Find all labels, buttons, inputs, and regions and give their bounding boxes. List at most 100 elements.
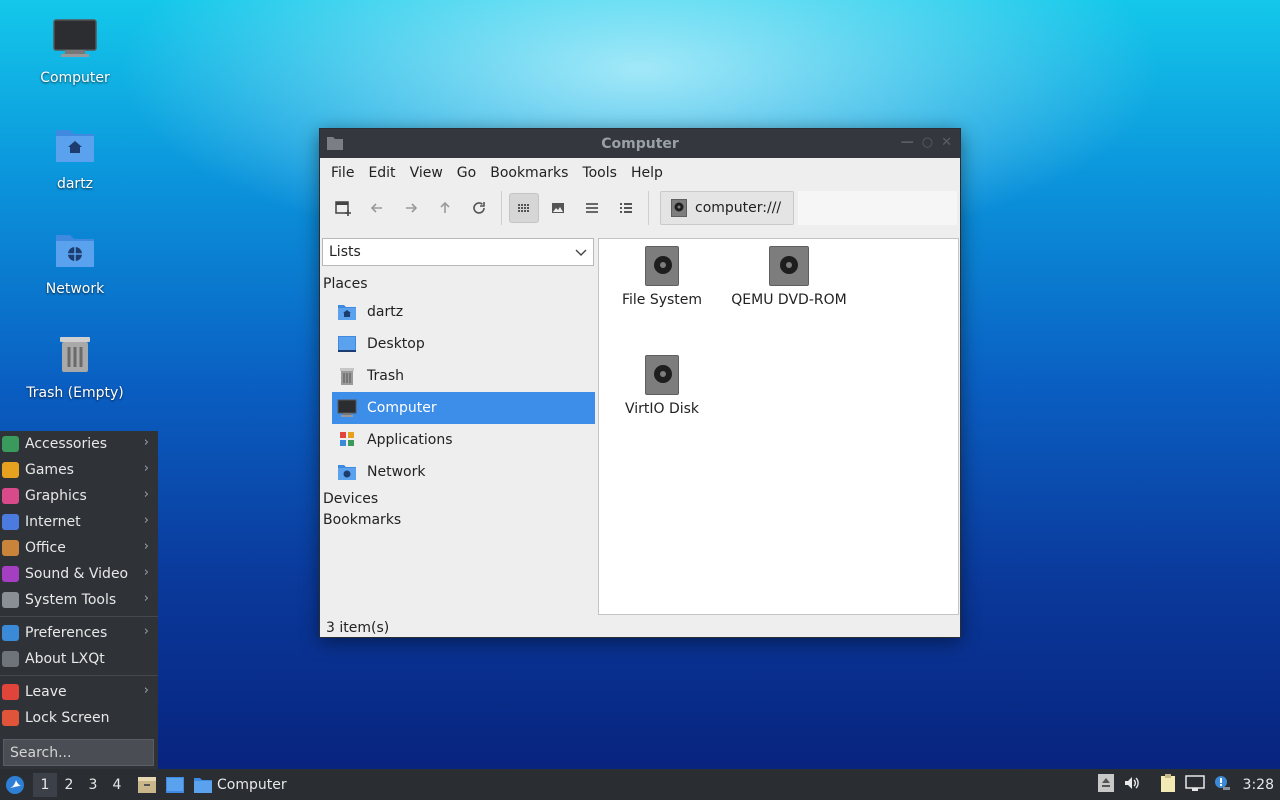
address-bar[interactable]: computer:/// [660, 191, 794, 225]
menu-edit[interactable]: Edit [361, 165, 402, 181]
notification-button[interactable] [1213, 774, 1231, 796]
place-item-trash[interactable]: Trash [332, 360, 595, 392]
desktop-icon-trash[interactable]: Trash (Empty) [10, 331, 140, 401]
menu-go[interactable]: Go [450, 165, 483, 181]
drive-icon [671, 199, 687, 217]
list-icon [586, 203, 598, 213]
menu-item-lock-screen[interactable]: Lock Screen [0, 705, 158, 731]
maximize-icon[interactable]: ○ [922, 135, 933, 150]
monitor-icon [337, 399, 357, 417]
menu-item-sound-video[interactable]: Sound & Video › [0, 561, 158, 587]
desktop-switch-2[interactable]: 2 [57, 773, 81, 797]
menu-item-preferences[interactable]: Preferences › [0, 620, 158, 646]
games-icon [2, 462, 19, 478]
window-title: Computer [601, 135, 679, 152]
menu-item-label: Sound & Video [25, 566, 129, 582]
file-view[interactable]: File System QEMU DVD-ROM VirtIO Disk [598, 238, 959, 615]
desktop-switch-4[interactable]: 4 [105, 773, 129, 797]
menu-item-about-lxqt[interactable]: About LXQt [0, 646, 158, 672]
places-header[interactable]: Places [321, 276, 596, 292]
window-titlebar[interactable]: Computer — ○ ✕ [320, 129, 960, 158]
menu-item-leave[interactable]: Leave › [0, 679, 158, 705]
system-tools-icon [2, 592, 19, 608]
menu-file[interactable]: File [324, 165, 361, 181]
network-button[interactable] [1184, 774, 1205, 796]
drive-icon [645, 355, 679, 395]
icon-view-button[interactable] [509, 193, 539, 223]
file-item-virtio-disk[interactable]: VirtIO Disk [597, 355, 727, 417]
place-item-dartz[interactable]: dartz [332, 296, 595, 328]
compact-view-button[interactable] [577, 193, 607, 223]
minimize-icon[interactable]: — [901, 135, 914, 150]
forward-button[interactable] [396, 193, 426, 223]
desktop-icon-computer[interactable]: Computer [10, 16, 140, 86]
desktop-icon-home[interactable]: dartz [10, 122, 140, 192]
clock[interactable]: 3:28 [1243, 777, 1274, 793]
chevron-right-icon: › [143, 435, 149, 450]
menu-tools[interactable]: Tools [575, 165, 624, 181]
file-item-label: File System [621, 292, 703, 308]
optical-drive-icon [769, 246, 809, 286]
menu-item-label: Leave [25, 684, 67, 700]
menu-view[interactable]: View [403, 165, 450, 181]
quicklaunch-file-manager[interactable] [135, 773, 159, 797]
chevron-right-icon: › [143, 487, 149, 502]
bookmarks-header[interactable]: Bookmarks [321, 512, 596, 528]
new-tab-button[interactable] [328, 193, 358, 223]
side-pane-mode-select[interactable]: Lists [322, 238, 594, 266]
eject-button[interactable] [1097, 773, 1115, 797]
side-pane-mode-value: Lists [329, 244, 361, 260]
lxqt-logo-icon [6, 775, 24, 794]
place-item-desktop[interactable]: Desktop [332, 328, 595, 360]
chevron-down-icon [575, 249, 587, 256]
arrow-right-icon [406, 203, 418, 213]
menu-item-internet[interactable]: Internet › [0, 509, 158, 535]
detail-view-button[interactable] [611, 193, 641, 223]
file-cabinet-icon [138, 776, 156, 793]
desktop-switch-1[interactable]: 1 [33, 772, 57, 797]
office-icon [2, 540, 19, 556]
task-button-computer[interactable]: Computer [193, 769, 287, 800]
back-button[interactable] [362, 193, 392, 223]
place-item-network[interactable]: Network [332, 456, 595, 488]
folder-icon [327, 136, 343, 150]
menu-item-graphics[interactable]: Graphics › [0, 483, 158, 509]
menu-item-games[interactable]: Games › [0, 457, 158, 483]
reload-button[interactable] [464, 193, 494, 223]
accessories-icon [2, 436, 19, 452]
address-text: computer:/// [695, 200, 782, 216]
file-item-file-system[interactable]: File System [597, 246, 727, 308]
new-tab-icon [335, 201, 351, 216]
desktop-icon [166, 776, 184, 793]
menu-item-label: System Tools [25, 592, 117, 608]
menu-search-input[interactable]: Search... [3, 739, 154, 766]
network-folder-icon [337, 463, 357, 481]
desktop-icon-network[interactable]: Network [10, 227, 140, 297]
file-manager-window: Computer — ○ ✕ File Edit View Go Bookmar… [319, 128, 961, 638]
menu-bookmarks[interactable]: Bookmarks [483, 165, 575, 181]
place-item-computer[interactable]: Computer [332, 392, 595, 424]
menu-item-system-tools[interactable]: System Tools › [0, 587, 158, 613]
desktop-icon-label: Network [45, 281, 105, 297]
clipboard-button[interactable] [1159, 773, 1177, 797]
menu-item-accessories[interactable]: Accessories › [0, 431, 158, 457]
desktop-switch-3[interactable]: 3 [81, 773, 105, 797]
chevron-right-icon: › [143, 683, 149, 698]
close-icon[interactable]: ✕ [941, 135, 952, 150]
menu-help[interactable]: Help [624, 165, 670, 181]
main-menu-button[interactable] [0, 769, 30, 800]
clipboard-icon [1160, 773, 1175, 792]
menu-item-office[interactable]: Office › [0, 535, 158, 561]
show-desktop-button[interactable] [163, 773, 187, 797]
arrow-left-icon [370, 203, 382, 213]
file-item-dvd-rom[interactable]: QEMU DVD-ROM [724, 246, 854, 308]
notification-icon [1214, 775, 1230, 790]
thumbnail-view-button[interactable] [543, 193, 573, 223]
side-pane: Lists Places dartz Desktop Trash Compute… [321, 238, 596, 614]
up-button[interactable] [430, 193, 460, 223]
multimedia-icon [2, 566, 19, 582]
volume-button[interactable] [1123, 774, 1141, 796]
address-bar-empty[interactable] [798, 191, 957, 225]
devices-header[interactable]: Devices [321, 491, 596, 507]
place-item-applications[interactable]: Applications [332, 424, 595, 456]
